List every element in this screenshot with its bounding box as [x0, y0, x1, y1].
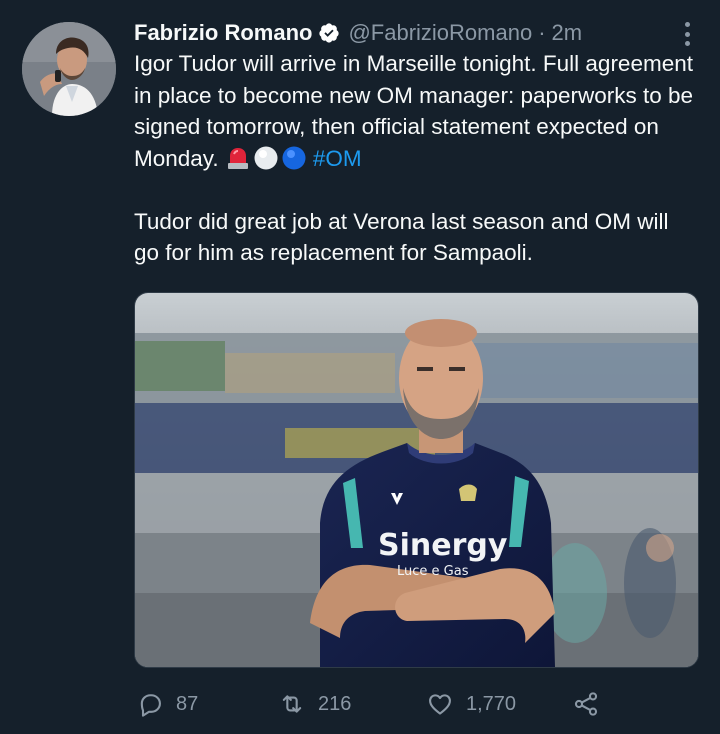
- hashtag-link[interactable]: #OM: [313, 146, 362, 171]
- retweet-icon: [282, 695, 302, 713]
- rotating-light-emoji: [227, 147, 248, 169]
- reply-button[interactable]: 87: [136, 686, 198, 722]
- tweet-text: Igor Tudor will arrive in Marseille toni…: [134, 48, 694, 269]
- tweet-timestamp[interactable]: 2m: [552, 20, 583, 46]
- tweet-media[interactable]: Sinergy Luce e Gas: [134, 292, 699, 668]
- tweet-paragraph-1-text: Igor Tudor will arrive in Marseille toni…: [134, 51, 694, 171]
- tweet-actions: 87 216 1,770: [134, 686, 614, 722]
- reply-count: 87: [176, 692, 199, 715]
- share-icon: [574, 692, 598, 716]
- shirt-sponsor: Sinergy: [378, 528, 508, 563]
- author-name[interactable]: Fabrizio Romano: [134, 20, 312, 46]
- shirt-sub-sponsor: Luce e Gas: [397, 564, 469, 579]
- retweet-button[interactable]: 216: [278, 686, 351, 722]
- heart-icon: [429, 694, 451, 715]
- share-button[interactable]: [572, 686, 612, 722]
- tweet: Fabrizio Romano @FabrizioRomano · 2m Igo…: [0, 0, 720, 734]
- retweet-count: 216: [318, 692, 352, 715]
- tweet-paragraph-2: Tudor did great job at Verona last seaso…: [134, 208, 669, 266]
- avatar[interactable]: [22, 22, 116, 116]
- like-button[interactable]: 1,770: [426, 686, 516, 722]
- tweet-photo: Sinergy Luce e Gas: [135, 293, 698, 667]
- reply-icon: [140, 694, 161, 717]
- tweet-paragraph-1: Igor Tudor will arrive in Marseille toni…: [134, 48, 694, 174]
- blue-circle-emoji: [282, 146, 306, 169]
- avatar-image: [22, 22, 116, 116]
- white-circle-emoji: [254, 146, 278, 169]
- verified-badge-icon: [319, 23, 340, 43]
- more-options-icon[interactable]: [680, 22, 694, 46]
- like-count: 1,770: [466, 692, 517, 715]
- author-handle[interactable]: @FabrizioRomano: [348, 20, 532, 46]
- header-separator: ·: [538, 20, 546, 45]
- tweet-header: Fabrizio Romano @FabrizioRomano · 2m: [134, 18, 680, 48]
